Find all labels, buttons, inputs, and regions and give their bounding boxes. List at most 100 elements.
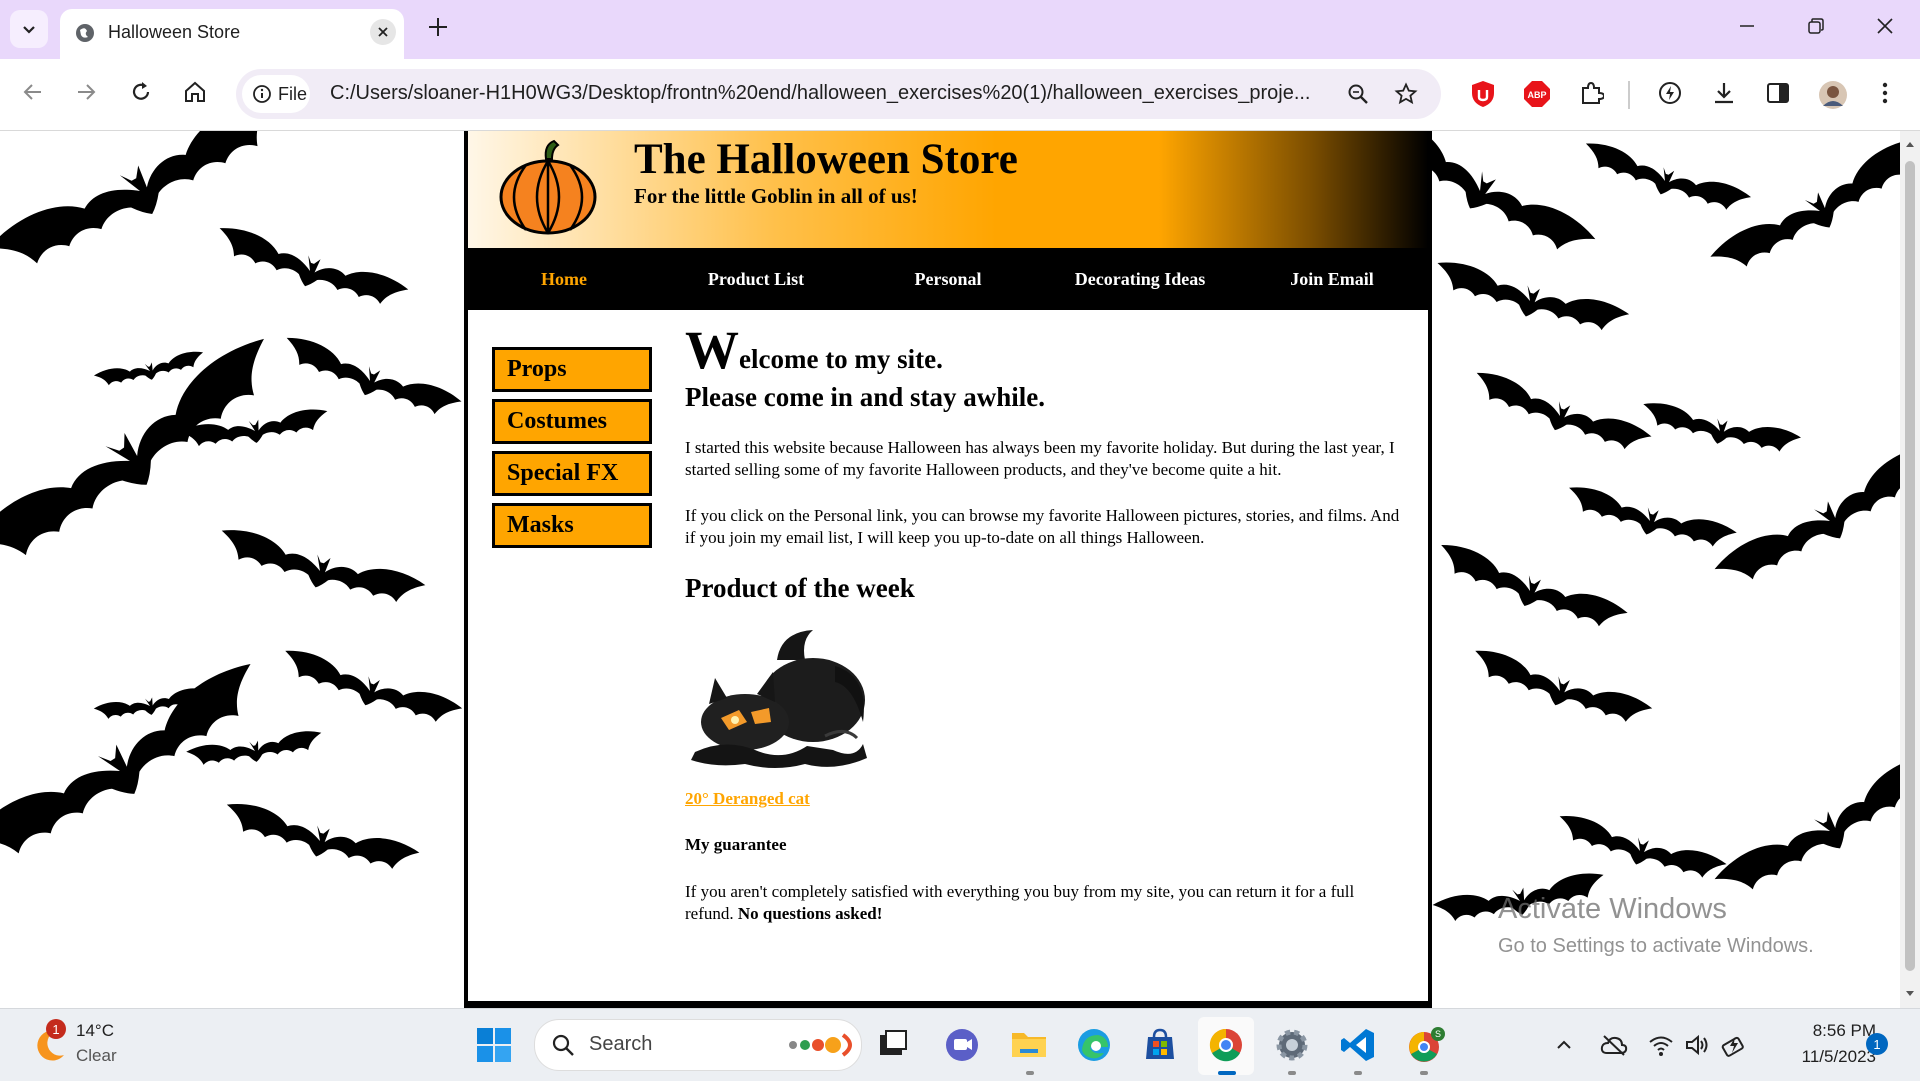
weather-badge: 1 bbox=[46, 1019, 66, 1039]
chrome-profile-icon[interactable]: S bbox=[1406, 1027, 1446, 1063]
performance-icon[interactable] bbox=[1657, 80, 1683, 106]
product-link[interactable]: 20° Deranged cat bbox=[685, 789, 1405, 809]
nav-home[interactable]: Home bbox=[468, 248, 660, 310]
zoom-icon[interactable] bbox=[1346, 82, 1370, 106]
intro-paragraph-1: I started this website because Halloween… bbox=[685, 438, 1395, 479]
chrome-icon[interactable] bbox=[1208, 1027, 1244, 1063]
guarantee-text: If you aren't completely satisfied with … bbox=[685, 881, 1405, 925]
back-arrow-icon[interactable] bbox=[20, 79, 46, 105]
search-placeholder: Search bbox=[589, 1033, 653, 1055]
edge-browser-icon[interactable] bbox=[1076, 1027, 1112, 1063]
sidebar-item-special-fx[interactable]: Special FX bbox=[492, 451, 652, 496]
site-info-chip[interactable]: File bbox=[242, 75, 310, 113]
adblock-plus-icon[interactable]: ABP bbox=[1523, 80, 1551, 108]
running-indicator bbox=[1420, 1071, 1428, 1075]
forward-arrow-icon[interactable] bbox=[73, 79, 99, 105]
sidebar-item-costumes[interactable]: Costumes bbox=[492, 399, 652, 444]
site-title: The Halloween Store bbox=[634, 136, 1018, 183]
onedrive-cloud-icon[interactable] bbox=[1600, 1033, 1628, 1057]
welcome-rest: elcome to my site. bbox=[739, 344, 943, 374]
nav-personal[interactable]: Personal bbox=[852, 248, 1044, 310]
tab-strip: Halloween Store bbox=[0, 0, 1920, 59]
globe-icon bbox=[76, 24, 94, 42]
deranged-cat-image[interactable] bbox=[685, 626, 875, 774]
settings-gear-icon[interactable] bbox=[1274, 1027, 1310, 1063]
minimize-icon[interactable] bbox=[1735, 14, 1759, 38]
extensions-puzzle-icon[interactable] bbox=[1578, 80, 1604, 106]
profile-avatar[interactable] bbox=[1818, 80, 1848, 110]
reload-icon[interactable] bbox=[128, 79, 154, 105]
welcome-subheading: Please come in and stay awhile. bbox=[685, 382, 1045, 412]
clock-date[interactable]: 11/5/2023 bbox=[1770, 1047, 1876, 1067]
browser-toolbar: File C:/Users/sloaner-H1H0WG3/Desktop/fr… bbox=[0, 59, 1920, 131]
main-content: Welcome to my site. Please come in and s… bbox=[685, 323, 1405, 925]
url-text[interactable]: C:/Users/sloaner-H1H0WG3/Desktop/frontn%… bbox=[330, 82, 1340, 105]
chat-icon[interactable] bbox=[944, 1027, 980, 1063]
site-header: The Halloween Store For the little Gobli… bbox=[468, 131, 1428, 248]
task-view-icon[interactable] bbox=[876, 1027, 910, 1061]
tray-chevron-up-icon[interactable] bbox=[1554, 1035, 1574, 1055]
pumpkin-logo bbox=[499, 139, 597, 235]
nav-join-email[interactable]: Join Email bbox=[1236, 248, 1428, 310]
windows-taskbar: 1 14°C Clear Search S 8:56 PM 11/5/2023 … bbox=[0, 1008, 1920, 1081]
running-indicator bbox=[1288, 1071, 1296, 1075]
running-indicator bbox=[1026, 1071, 1034, 1075]
tab-search-button[interactable] bbox=[10, 10, 48, 48]
file-label: File bbox=[278, 83, 308, 104]
nav-decorating-ideas[interactable]: Decorating Ideas bbox=[1044, 248, 1236, 310]
notification-badge[interactable]: 1 bbox=[1866, 1033, 1888, 1055]
home-icon[interactable] bbox=[182, 79, 208, 105]
tab-close-button[interactable] bbox=[370, 19, 396, 45]
chrome-active-indicator bbox=[1218, 1071, 1236, 1075]
page-viewport: The Halloween Store For the little Gobli… bbox=[0, 131, 1900, 1008]
chevron-down-icon bbox=[23, 26, 35, 34]
guarantee-heading: My guarantee bbox=[685, 835, 787, 854]
bookmark-star-icon[interactable] bbox=[1394, 82, 1418, 106]
sidebar-item-masks[interactable]: Masks bbox=[492, 503, 652, 548]
browser-tab[interactable]: Halloween Store bbox=[60, 9, 404, 59]
site-nav: Home Product List Personal Decorating Id… bbox=[468, 248, 1428, 310]
activate-windows-title: Activate Windows bbox=[1498, 893, 1727, 925]
clock-time[interactable]: 8:56 PM bbox=[1790, 1021, 1876, 1041]
windows-start-icon[interactable] bbox=[476, 1027, 512, 1063]
scroll-up-arrow-icon[interactable] bbox=[1900, 135, 1920, 155]
page-scrollbar[interactable] bbox=[1900, 131, 1920, 1008]
microsoft-store-icon[interactable] bbox=[1142, 1027, 1178, 1063]
product-heading: Product of the week bbox=[685, 573, 915, 603]
scroll-down-arrow-icon[interactable] bbox=[1900, 983, 1920, 1003]
volume-icon[interactable] bbox=[1684, 1033, 1710, 1057]
address-bar[interactable]: File C:/Users/sloaner-H1H0WG3/Desktop/fr… bbox=[236, 69, 1441, 119]
download-icon[interactable] bbox=[1711, 80, 1737, 106]
battery-charging-icon[interactable] bbox=[1720, 1031, 1748, 1059]
restore-icon[interactable] bbox=[1804, 14, 1828, 38]
guarantee-emphasis: No questions asked! bbox=[737, 904, 883, 923]
toolbar-separator bbox=[1628, 81, 1630, 109]
welcome-initial: W bbox=[685, 320, 739, 380]
site-tagline: For the little Goblin in all of us! bbox=[634, 184, 918, 208]
side-panel-icon[interactable] bbox=[1765, 80, 1791, 106]
site-content: The Halloween Store For the little Gobli… bbox=[468, 131, 1428, 1001]
taskbar-search[interactable]: Search bbox=[534, 1019, 862, 1071]
new-tab-icon[interactable] bbox=[425, 14, 451, 40]
weather-condition: Clear bbox=[76, 1046, 117, 1065]
vscode-icon[interactable] bbox=[1340, 1027, 1376, 1063]
activate-windows-hint: Go to Settings to activate Windows. bbox=[1498, 935, 1814, 957]
ublock-shield-icon[interactable] bbox=[1470, 80, 1496, 108]
sidebar-item-props[interactable]: Props bbox=[492, 347, 652, 392]
svg-text:ABP: ABP bbox=[1527, 90, 1546, 100]
window-close-icon[interactable] bbox=[1873, 14, 1897, 38]
tab-title: Halloween Store bbox=[108, 22, 241, 42]
search-icon bbox=[552, 1034, 574, 1056]
scroll-thumb[interactable] bbox=[1905, 161, 1915, 971]
running-indicator bbox=[1354, 1071, 1362, 1075]
weather-temperature: 14°C bbox=[76, 1021, 114, 1040]
svg-text:S: S bbox=[1435, 1029, 1441, 1039]
nav-product-list[interactable]: Product List bbox=[660, 248, 852, 310]
menu-kebab-icon[interactable] bbox=[1875, 80, 1895, 106]
close-icon bbox=[378, 27, 388, 37]
search-highlight-icon bbox=[789, 1033, 852, 1057]
wifi-icon[interactable] bbox=[1648, 1033, 1674, 1057]
site-container: The Halloween Store For the little Gobli… bbox=[464, 131, 1432, 1008]
intro-paragraph-2: If you click on the Personal link, you c… bbox=[685, 506, 1400, 547]
file-explorer-icon[interactable] bbox=[1010, 1025, 1048, 1061]
